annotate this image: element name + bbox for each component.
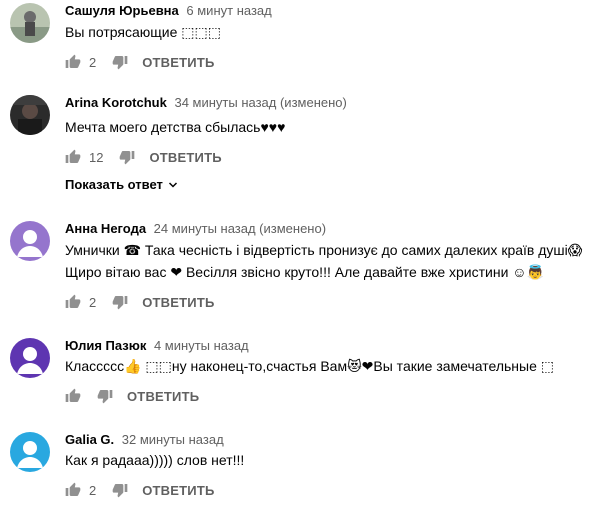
like-count: 2 xyxy=(89,482,97,498)
like-count: 2 xyxy=(89,54,97,70)
comment-header: Galia G. 32 минуты назад xyxy=(65,432,224,447)
like-count: 12 xyxy=(89,149,104,165)
reply-button[interactable]: ОТВЕТИТЬ xyxy=(127,389,199,404)
comment-actions: 2 ОТВЕТИТЬ xyxy=(65,292,215,312)
reply-button[interactable]: ОТВЕТИТЬ xyxy=(142,55,214,70)
comment-actions: 12 ОТВЕТИТЬ xyxy=(65,147,222,167)
comment-text: Вы потрясающие ⬚⬚⬚ xyxy=(65,21,590,43)
author-name[interactable]: Анна Негода xyxy=(65,221,146,236)
reply-button[interactable]: ОТВЕТИТЬ xyxy=(149,150,221,165)
comment-time[interactable]: 34 минуты назад (изменено) xyxy=(174,95,346,110)
comment-text: Умнички ☎ Така чесність і відвертість пр… xyxy=(65,239,590,283)
author-name[interactable]: Сашуля Юрьевна xyxy=(65,3,179,18)
show-replies-label: Показать ответ xyxy=(65,177,163,192)
thumb-up-icon[interactable] xyxy=(65,388,81,404)
avatar[interactable] xyxy=(10,221,50,261)
chevron-down-icon xyxy=(168,181,177,188)
avatar[interactable] xyxy=(10,95,50,135)
comment-text-line: Щиро вітаю вас ❤ Весілля звісно круто!!!… xyxy=(65,264,545,280)
avatar[interactable] xyxy=(10,3,50,43)
emoji-placeholder: ⬚⬚⬚ xyxy=(181,24,221,40)
like-count: 2 xyxy=(89,294,97,310)
thumb-up-icon[interactable] xyxy=(65,294,81,310)
show-replies-button[interactable]: Показать ответ xyxy=(65,177,179,192)
comment-time[interactable]: 6 минут назад xyxy=(186,3,271,18)
author-name[interactable]: Galia G. xyxy=(65,432,114,447)
thumb-up-icon[interactable] xyxy=(65,482,81,498)
thumb-up-icon[interactable] xyxy=(65,54,81,70)
reply-button[interactable]: ОТВЕТИТЬ xyxy=(142,295,214,310)
author-name[interactable]: Arina Korotchuk xyxy=(65,95,167,110)
comment-text: Классссс👍 ⬚⬚ну наконец-то,счастья Вам😻❤В… xyxy=(65,358,555,374)
comment-text: Мечта моего детства сбылась♥♥♥ xyxy=(65,119,286,135)
thumb-down-icon[interactable] xyxy=(112,54,128,70)
thumb-down-icon[interactable] xyxy=(97,388,113,404)
comment-header: Анна Негода 24 минуты назад (изменено) xyxy=(65,221,326,236)
thumb-down-icon[interactable] xyxy=(112,294,128,310)
comment-header: Юлия Пазюк 4 минуты назад xyxy=(65,338,249,353)
reply-button[interactable]: ОТВЕТИТЬ xyxy=(142,483,214,498)
comment-header: Arina Korotchuk 34 минуты назад (изменен… xyxy=(65,95,347,110)
comment-actions: 2 ОТВЕТИТЬ xyxy=(65,480,215,500)
comment-text: Как я радааа))))) слов нет!!! xyxy=(65,452,245,468)
avatar[interactable] xyxy=(10,338,50,378)
comment-header: Сашуля Юрьевна 6 минут назад xyxy=(65,3,272,18)
thumb-down-icon[interactable] xyxy=(112,482,128,498)
author-name[interactable]: Юлия Пазюк xyxy=(65,338,146,353)
comment-text-line: Умнички ☎ Така чесність і відвертість пр… xyxy=(65,242,583,258)
comment-actions: 2 ОТВЕТИТЬ xyxy=(65,52,215,72)
comment-time[interactable]: 32 минуты назад xyxy=(122,432,224,447)
comment-actions: ОТВЕТИТЬ xyxy=(65,386,199,406)
avatar[interactable] xyxy=(10,432,50,472)
comment-text-body: Вы потрясающие xyxy=(65,24,182,40)
thumb-down-icon[interactable] xyxy=(119,149,135,165)
comment-time[interactable]: 24 минуты назад (изменено) xyxy=(154,221,326,236)
thumb-up-icon[interactable] xyxy=(65,149,81,165)
comment-time[interactable]: 4 минуты назад xyxy=(154,338,249,353)
